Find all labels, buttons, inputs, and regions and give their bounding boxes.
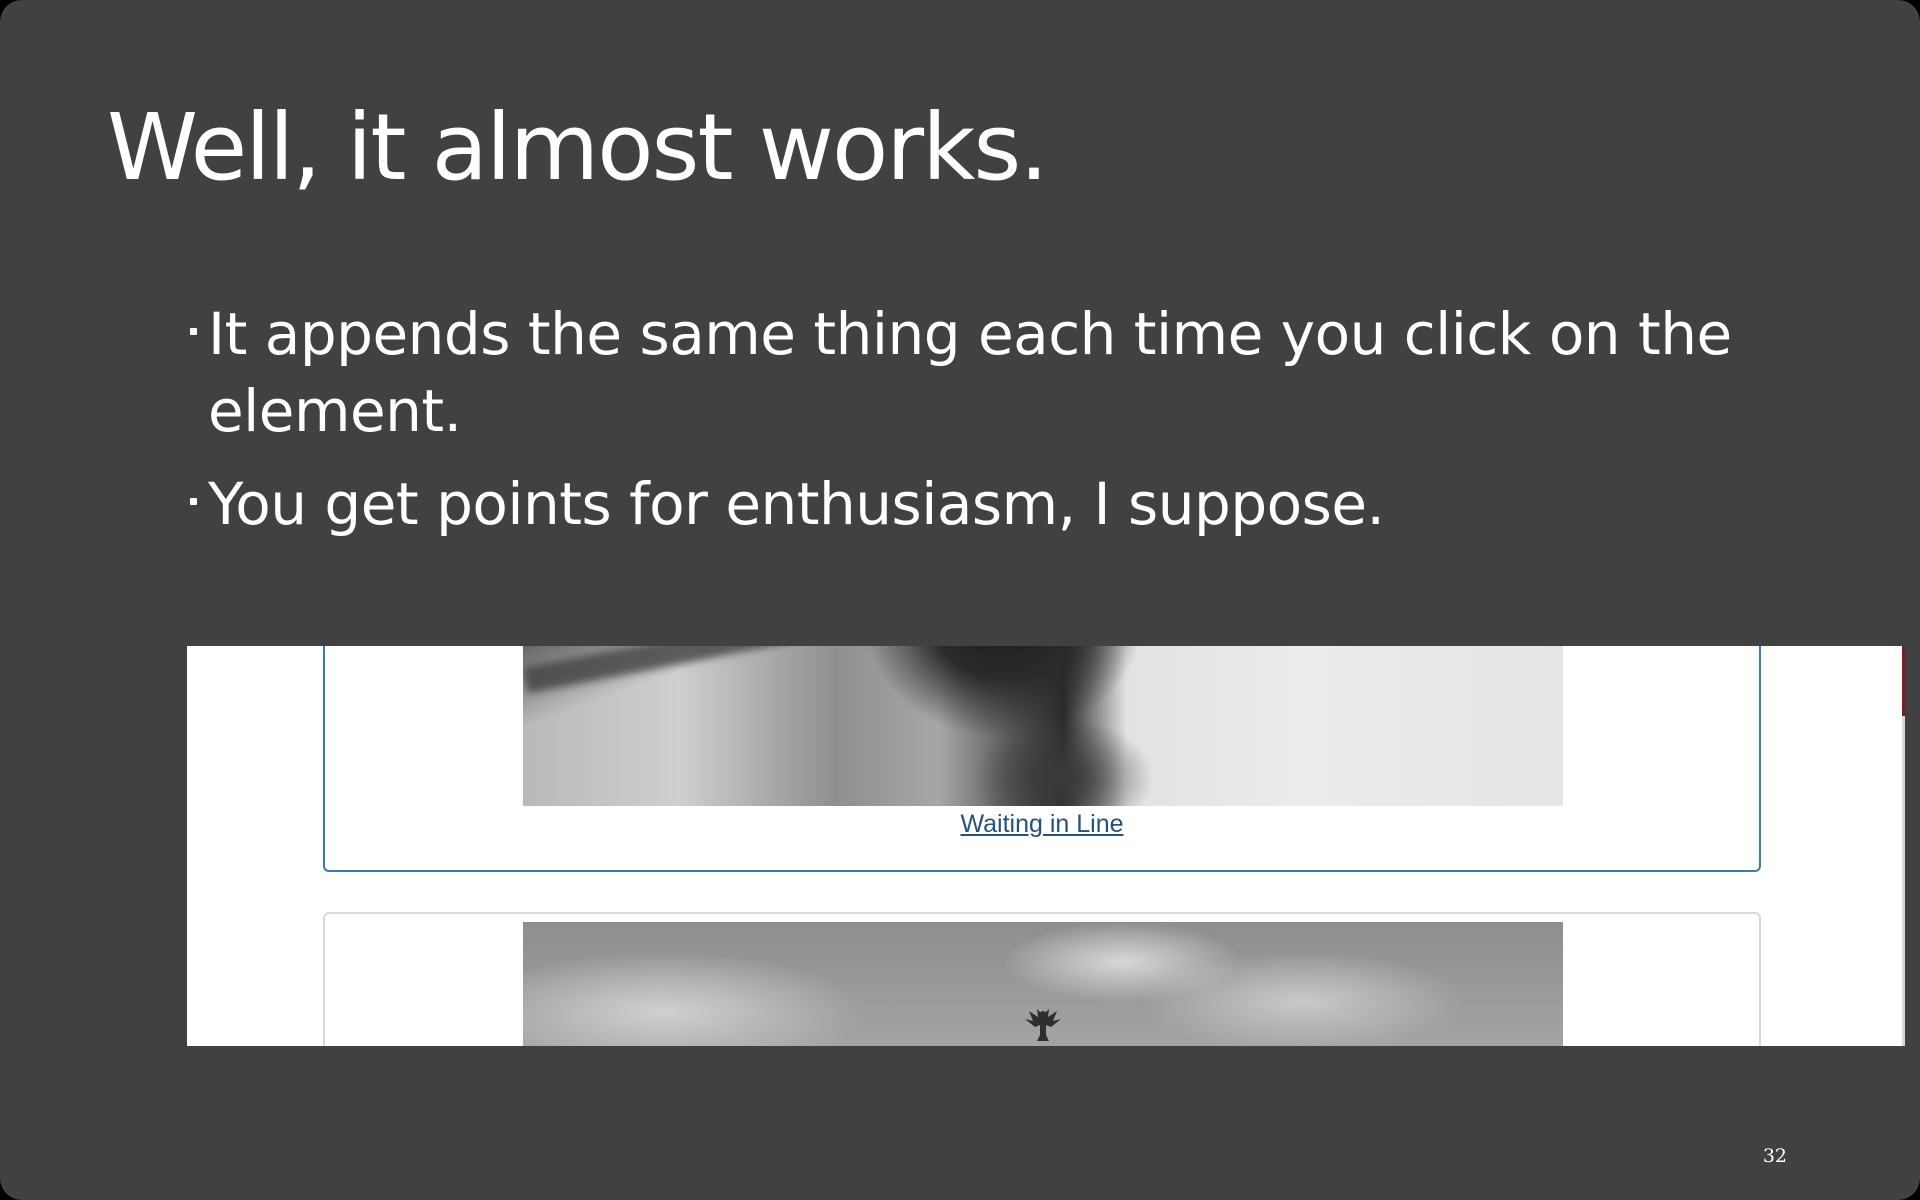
scrollbar-thumb[interactable] (1902, 646, 1905, 716)
bullet-text: You get points for enthusiasm, I suppose… (208, 470, 1385, 538)
slide-title: Well, it almost works. (107, 94, 1049, 201)
bullet-item: It appends the same thing each time you … (186, 296, 1746, 450)
scrollbar[interactable] (1902, 646, 1905, 1046)
sky-photo[interactable] (523, 922, 1563, 1046)
bullet-item: You get points for enthusiasm, I suppose… (186, 466, 1746, 543)
gallery-card[interactable] (323, 912, 1761, 1046)
eagle-statue-icon (1025, 1009, 1061, 1041)
embedded-browser-screenshot: Waiting in Line (187, 646, 1905, 1046)
gallery-card-selected[interactable]: Waiting in Line (323, 646, 1761, 872)
bullet-list: It appends the same thing each time you … (186, 296, 1746, 559)
caption-link[interactable]: Waiting in Line (325, 810, 1759, 839)
page-number: 32 (1762, 1145, 1787, 1167)
bullet-text: It appends the same thing each time you … (208, 300, 1732, 445)
slide: Well, it almost works. It appends the sa… (0, 0, 1920, 1200)
bullet-dot-icon (190, 498, 197, 505)
portrait-photo[interactable] (523, 646, 1563, 806)
bullet-dot-icon (190, 328, 197, 335)
